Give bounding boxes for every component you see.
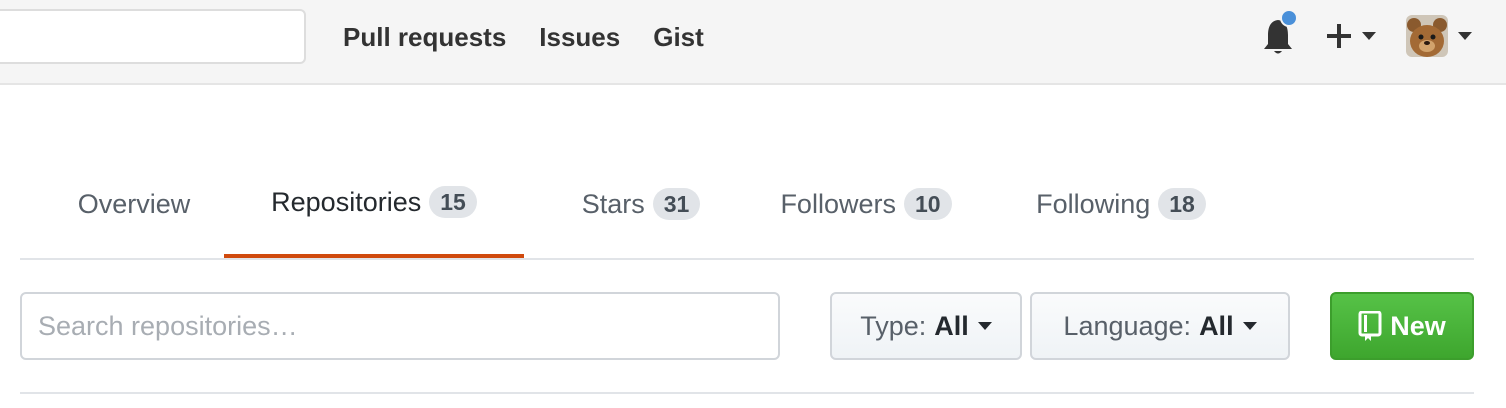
- count-badge: 10: [903, 188, 952, 220]
- tab-following[interactable]: Following 18: [1016, 150, 1226, 258]
- nav-issues[interactable]: Issues: [539, 22, 620, 53]
- tab-label: Overview: [77, 188, 191, 219]
- new-button-label: New: [1390, 310, 1446, 341]
- nav-gist[interactable]: Gist: [653, 22, 704, 53]
- language-filter-value: All: [1199, 310, 1234, 341]
- nav-pull-requests[interactable]: Pull requests: [343, 22, 506, 53]
- tab-label: Stars: [581, 188, 645, 219]
- count-badge: 15: [429, 186, 477, 218]
- language-filter-label: Language:: [1063, 310, 1192, 341]
- chevron-down-icon: [977, 322, 992, 330]
- type-filter-label: Type:: [860, 310, 927, 341]
- tab-stars[interactable]: Stars 31: [546, 150, 736, 258]
- new-repository-button[interactable]: New: [1330, 292, 1474, 360]
- create-new-menu[interactable]: [1326, 14, 1380, 58]
- plus-icon: [1327, 24, 1351, 48]
- tab-followers[interactable]: Followers 10: [756, 150, 976, 258]
- chevron-down-icon: [1458, 32, 1472, 40]
- chevron-down-icon: [1242, 322, 1257, 330]
- top-header: Pull requests Issues Gist: [0, 0, 1506, 85]
- notifications-button[interactable]: [1262, 8, 1302, 58]
- tab-label: Followers: [780, 188, 896, 219]
- tab-label: Repositories: [271, 186, 422, 217]
- tab-repositories[interactable]: Repositories 15: [224, 150, 524, 258]
- avatar: [1406, 15, 1448, 57]
- list-divider: [20, 392, 1474, 394]
- type-filter-value: All: [934, 310, 969, 341]
- tab-label: Following: [1036, 188, 1151, 219]
- count-badge: 31: [652, 188, 701, 220]
- language-filter-dropdown[interactable]: Language: All: [1030, 292, 1290, 360]
- tab-overview[interactable]: Overview: [44, 150, 224, 258]
- count-badge: 18: [1158, 188, 1206, 220]
- chevron-down-icon: [1362, 32, 1376, 40]
- type-filter-dropdown[interactable]: Type: All: [830, 292, 1022, 360]
- user-menu[interactable]: [1406, 14, 1478, 58]
- global-search-input[interactable]: [0, 9, 306, 64]
- bell-icon: [1264, 9, 1298, 54]
- profile-tabs: Overview Repositories 15 Stars 31 Follow…: [20, 150, 1474, 260]
- search-repositories-input[interactable]: [20, 292, 780, 360]
- repo-book-icon: [1358, 311, 1382, 341]
- top-nav: Pull requests Issues Gist: [343, 0, 737, 75]
